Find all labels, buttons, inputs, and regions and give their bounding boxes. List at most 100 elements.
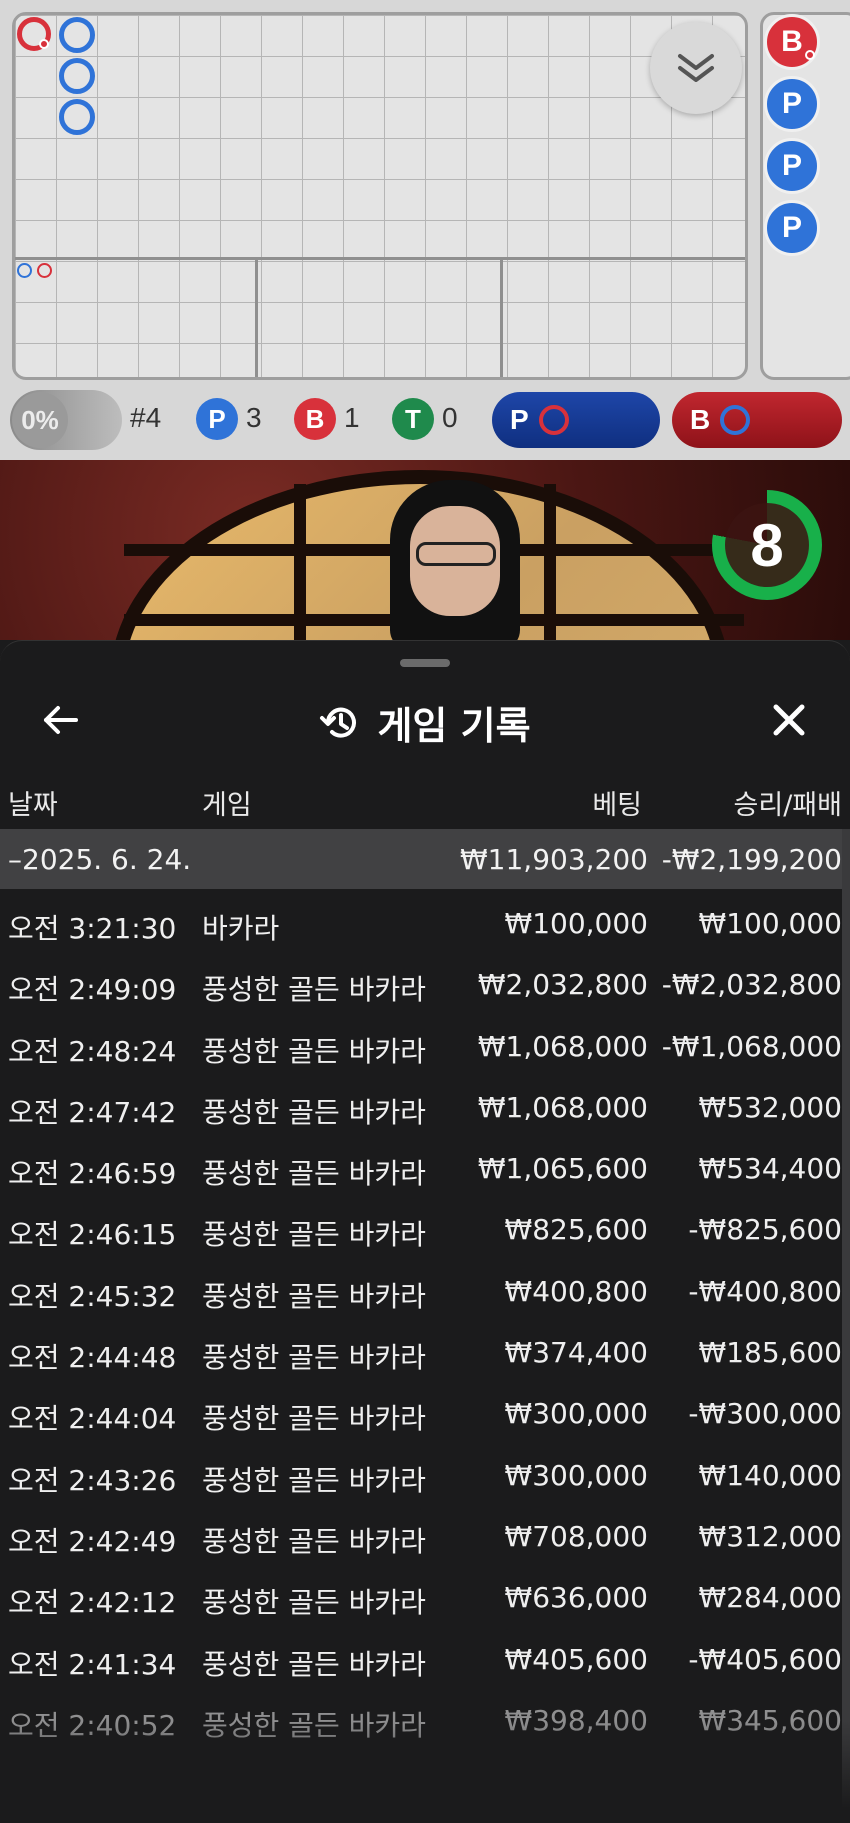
row-game: 풍성한 골든 바카라 (202, 1218, 426, 1252)
countdown-value: 8 (725, 503, 809, 587)
table-header: 날짜 게임 베팅 승리/패배 (0, 769, 850, 829)
banker-predict-label: B (690, 404, 711, 435)
row-game: 바카라 (202, 912, 280, 945)
table-row[interactable]: 오전 2:42:49 풍성한 골든 바카라 ₩708,000 ₩312,000 (0, 1506, 846, 1567)
row-game: 풍성한 골든 바카라 (202, 1279, 426, 1313)
column-bet[interactable]: 베팅 (592, 783, 642, 822)
scrollbar[interactable] (842, 829, 850, 1823)
table-row[interactable]: 오전 2:49:09 풍성한 골든 바카라 ₩2,032,800 -₩2,032,80… (0, 954, 846, 1015)
tie-badge: T (392, 398, 434, 440)
panel-title-group: 게임 기록 (0, 695, 850, 750)
game-history-panel: 게임 기록 날짜 게임 베팅 승리/패배 –2025. 6. 24. ₩11,9… (0, 640, 850, 1823)
small-road-marker (17, 263, 32, 278)
table-row[interactable]: 오전 2:41:34 풍성한 골든 바카라 ₩405,600 -₩405,600 (0, 1629, 846, 1690)
row-bet: ₩708,000 (504, 1519, 648, 1553)
row-game: 풍성한 골든 바카라 (202, 1034, 426, 1068)
day-total-result: -₩2,199,200 (661, 843, 842, 876)
day-summary-row[interactable]: –2025. 6. 24. ₩11,903,200 -₩2,199,200 (0, 829, 846, 889)
board-divider (255, 257, 258, 377)
row-result: ₩185,600 (698, 1336, 842, 1370)
row-time: 오전 2:41:34 (8, 1647, 177, 1681)
row-time: 오전 2:45:32 (8, 1279, 177, 1313)
bead-road-item: P (764, 76, 820, 132)
panel-title: 게임 기록 (377, 704, 531, 748)
player-marker (59, 58, 95, 94)
row-time: 오전 2:42:12 (8, 1586, 177, 1620)
banker-predict-button[interactable]: B (672, 392, 842, 448)
board-divider (500, 257, 503, 377)
table-row[interactable]: 오전 2:46:59 풍성한 골든 바카라 ₩1,065,600 ₩534,400 (0, 1138, 846, 1199)
table-row[interactable]: 오전 2:48:24 풍성한 골든 바카라 ₩1,068,000 -₩1,068,00… (0, 1016, 846, 1077)
row-game: 풍성한 골든 바카라 (202, 1708, 426, 1742)
app-root: B P P P 0% #4 P 3 B 1 T 0 P B 8 게임 기록 날짜… (0, 0, 850, 1823)
history-icon (320, 707, 357, 738)
row-bet: ₩374,400 (504, 1336, 648, 1370)
column-result[interactable]: 승리/패배 (734, 783, 842, 822)
row-time: 오전 2:42:49 (8, 1524, 177, 1558)
table-row[interactable]: 오전 2:43:26 풍성한 골든 바카라 ₩300,000 ₩140,000 (0, 1445, 846, 1506)
day-date: –2025. 6. 24. (8, 843, 192, 876)
row-game: 풍성한 골든 바카라 (202, 1341, 426, 1375)
table-row[interactable]: 오전 2:46:15 풍성한 골든 바카라 ₩825,600 -₩825,600 (0, 1199, 846, 1260)
table-row[interactable]: 오전 2:45:32 풍성한 골든 바카라 ₩400,800 -₩400,800 (0, 1261, 846, 1322)
row-time: 오전 2:46:59 (8, 1157, 177, 1191)
row-result: -₩1,068,000 (661, 1029, 842, 1063)
chevron-double-down-icon (678, 54, 714, 82)
drag-handle[interactable] (400, 659, 450, 667)
row-game: 풍성한 골든 바카라 (202, 1095, 426, 1129)
row-time: 오전 2:43:26 (8, 1463, 177, 1497)
row-bet: ₩400,800 (504, 1274, 648, 1308)
percent-value: 0% (12, 392, 68, 448)
red-ring-icon (538, 405, 569, 435)
small-road-marker (37, 263, 52, 278)
collapse-button[interactable] (650, 22, 742, 114)
row-result: ₩140,000 (698, 1458, 842, 1492)
close-button[interactable] (766, 697, 812, 743)
player-predict-button[interactable]: P (492, 392, 660, 448)
row-bet: ₩405,600 (504, 1642, 648, 1676)
row-time: 오전 2:40:52 (8, 1708, 177, 1742)
panel-header: 게임 기록 (0, 681, 850, 761)
bead-road-board (760, 12, 850, 380)
table-row[interactable]: 오전 2:44:04 풍성한 골든 바카라 ₩300,000 -₩300,000 (0, 1383, 846, 1444)
tie-count: 0 (442, 402, 458, 433)
row-bet: ₩636,000 (504, 1581, 648, 1615)
row-game: 풍성한 골든 바카라 (202, 1463, 426, 1497)
banker-count: 1 (344, 402, 360, 433)
row-bet: ₩300,000 (504, 1458, 648, 1492)
table-row[interactable]: 오전 2:47:42 풍성한 골든 바카라 ₩1,068,000 ₩532,000 (0, 1077, 846, 1138)
row-result: ₩312,000 (698, 1519, 842, 1553)
row-result: -₩2,032,800 (661, 968, 842, 1002)
table-row[interactable]: 오전 2:42:12 풍성한 골든 바카라 ₩636,000 ₩284,000 (0, 1567, 846, 1628)
table-row[interactable]: 오전 2:40:52 풍성한 골든 바카라 ₩398,400 ₩345,600 (0, 1690, 846, 1751)
row-game: 풍성한 골든 바카라 (202, 973, 426, 1007)
player-marker (59, 99, 95, 135)
row-game: 풍성한 골든 바카라 (202, 1402, 426, 1436)
bead-road-item: P (764, 200, 820, 256)
row-result: ₩284,000 (698, 1581, 842, 1615)
row-time: 오전 3:21:30 (8, 912, 177, 945)
row-result: -₩405,600 (688, 1642, 842, 1676)
shoe-number: #4 (130, 402, 162, 433)
scoreboard: B P P P 0% #4 P 3 B 1 T 0 P B (0, 0, 850, 460)
row-result: ₩534,400 (698, 1152, 842, 1186)
table-row[interactable]: 오전 3:21:30 바카라 ₩100,000 ₩100,000 (0, 893, 846, 954)
row-result: -₩825,600 (688, 1213, 842, 1247)
big-road-board (12, 12, 748, 380)
column-date[interactable]: 날짜 (8, 783, 58, 822)
column-game[interactable]: 게임 (202, 783, 252, 822)
history-list: 오전 3:21:30 바카라 ₩100,000 ₩100,000 오전 2:49:09… (0, 893, 846, 1751)
row-game: 풍성한 골든 바카라 (202, 1524, 426, 1558)
bead-road-item: P (764, 138, 820, 194)
player-predict-label: P (510, 404, 529, 435)
countdown-timer: 8 (712, 490, 822, 600)
row-bet: ₩825,600 (504, 1213, 648, 1247)
percent-toggle[interactable]: 0% (10, 390, 122, 450)
row-bet: ₩1,068,000 (477, 1029, 648, 1063)
row-time: 오전 2:46:15 (8, 1218, 177, 1252)
row-bet: ₩100,000 (504, 907, 648, 940)
table-row[interactable]: 오전 2:44:48 풍성한 골든 바카라 ₩374,400 ₩185,600 (0, 1322, 846, 1383)
row-time: 오전 2:48:24 (8, 1034, 177, 1068)
row-game: 풍성한 골든 바카라 (202, 1586, 426, 1620)
player-count: 3 (246, 402, 262, 433)
